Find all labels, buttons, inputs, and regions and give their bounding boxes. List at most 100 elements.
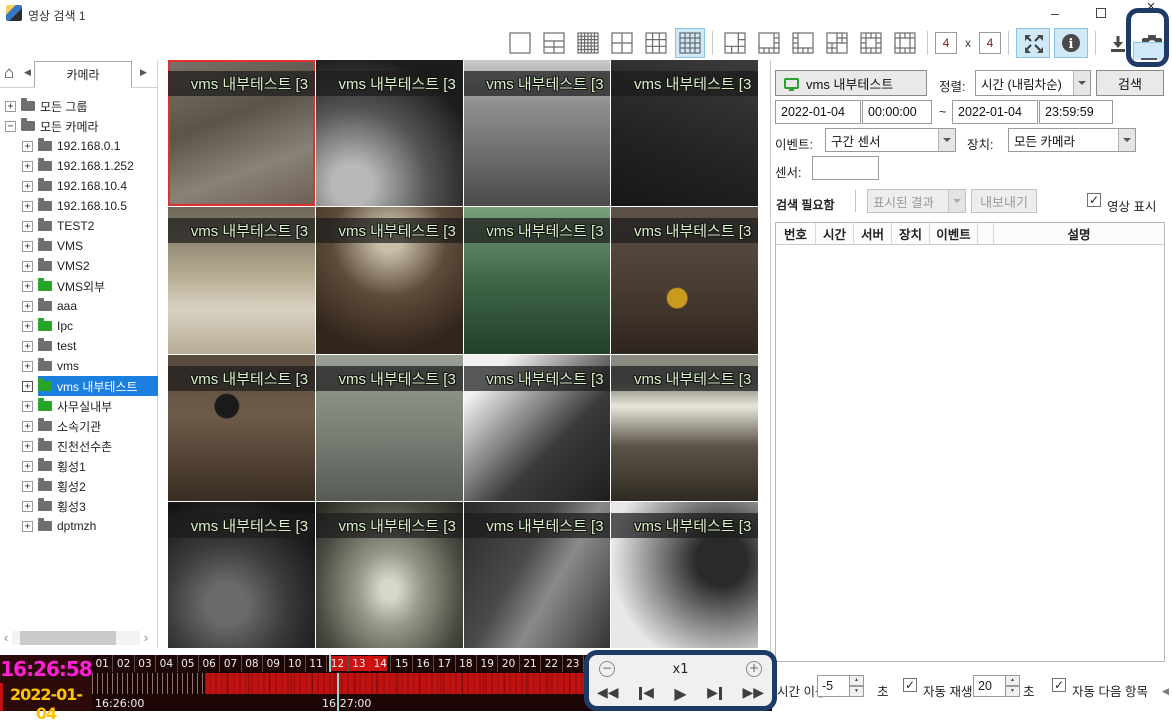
- scale-playhead[interactable]: [329, 655, 331, 672]
- chevron-down-icon[interactable]: [938, 129, 955, 151]
- tree-item[interactable]: − 모든 카메라: [0, 116, 158, 136]
- spin-down-icon[interactable]: ▼: [850, 686, 864, 697]
- tree-expander-icon[interactable]: +: [22, 401, 33, 412]
- hour-cell[interactable]: 15: [391, 655, 412, 672]
- fast-forward-button[interactable]: ▶▶: [742, 685, 764, 701]
- hour-cell[interactable]: 01: [92, 655, 113, 672]
- results-column-header[interactable]: 설명: [994, 223, 1164, 245]
- tree-expander-icon[interactable]: +: [22, 361, 33, 372]
- scrollbar-track[interactable]: [12, 631, 140, 645]
- video-tile[interactable]: vms 내부테스트 [3: [611, 60, 758, 206]
- auto-play-checkbox[interactable]: ✓: [903, 678, 917, 692]
- tree-item[interactable]: + 192.168.10.4: [0, 176, 158, 196]
- hour-cell[interactable]: 19: [477, 655, 498, 672]
- video-tile[interactable]: vms 내부테스트 [3: [611, 355, 758, 501]
- tree-expander-icon[interactable]: +: [22, 441, 33, 452]
- selected-device-button[interactable]: vms 내부테스트: [775, 70, 927, 96]
- results-column-header[interactable]: 장치: [892, 223, 930, 245]
- layout-4x4-button[interactable]: [675, 28, 705, 58]
- tree-item[interactable]: + vms 내부테스트: [0, 376, 158, 396]
- tree-expander-icon[interactable]: +: [22, 181, 33, 192]
- hour-cell[interactable]: 09: [263, 655, 284, 672]
- layout-2x2-button[interactable]: [607, 28, 637, 58]
- hour-scale[interactable]: 0102030405060708091011121314151617181920…: [92, 655, 606, 672]
- hour-cell[interactable]: 06: [199, 655, 220, 672]
- hour-cell[interactable]: 11: [306, 655, 327, 672]
- time-move-spinner[interactable]: -5 ▲▼: [817, 675, 864, 697]
- maximize-button[interactable]: [1086, 4, 1116, 24]
- time-move-value[interactable]: -5: [817, 675, 850, 697]
- tree-expander-icon[interactable]: +: [22, 501, 33, 512]
- video-tile[interactable]: vms 내부테스트 [3: [168, 355, 315, 501]
- tree-expander-icon[interactable]: +: [22, 421, 33, 432]
- timeline-zoom-out-button[interactable]: −: [599, 661, 615, 677]
- chevron-down-icon[interactable]: [1118, 129, 1135, 151]
- camera-dropdown[interactable]: 모든 카메라: [1008, 128, 1136, 152]
- tree-expander-icon[interactable]: +: [22, 521, 33, 532]
- video-tile[interactable]: vms 내부테스트 [3: [168, 207, 315, 353]
- grid-rows-input[interactable]: 4: [979, 32, 1001, 54]
- hour-cell[interactable]: 16: [413, 655, 434, 672]
- hour-cell[interactable]: 10: [285, 655, 306, 672]
- rewind-button[interactable]: ◀◀: [597, 685, 619, 701]
- previous-frame-button[interactable]: ◀: [639, 685, 654, 701]
- tree-item[interactable]: + 모든 그룹: [0, 96, 158, 116]
- spin-up-icon[interactable]: ▲: [1006, 675, 1020, 686]
- auto-next-checkbox[interactable]: ✓: [1052, 678, 1066, 692]
- layout-2-plus-8-button[interactable]: [822, 28, 852, 58]
- results-column-header[interactable]: 서버: [854, 223, 892, 245]
- tree-expander-icon[interactable]: +: [22, 161, 33, 172]
- tab-scroll-left-icon[interactable]: ◀: [24, 67, 31, 78]
- tree-expander-icon[interactable]: +: [22, 261, 33, 272]
- tab-camera[interactable]: 카메라: [34, 61, 132, 88]
- scrollbar-thumb[interactable]: [20, 631, 116, 645]
- auto-play-spinner[interactable]: 20 ▲▼: [973, 675, 1020, 697]
- hour-cell[interactable]: 21: [520, 655, 541, 672]
- results-column-header[interactable]: [978, 223, 994, 245]
- video-tile[interactable]: vms 내부테스트 [3: [316, 502, 463, 648]
- sensor-input[interactable]: [812, 156, 879, 180]
- video-tile[interactable]: vms 내부테스트 [3: [611, 502, 758, 648]
- tree-expander-icon[interactable]: +: [22, 281, 33, 292]
- result-scope-dropdown[interactable]: 표시된 결과: [867, 189, 966, 213]
- hour-cell[interactable]: 18: [456, 655, 477, 672]
- tree-item[interactable]: + Ipc: [0, 316, 158, 336]
- tree-expander-icon[interactable]: −: [5, 121, 16, 132]
- hour-cell[interactable]: 03: [135, 655, 156, 672]
- video-tile[interactable]: vms 내부테스트 [3: [464, 502, 611, 648]
- playhead[interactable]: [337, 673, 339, 711]
- tree-expander-icon[interactable]: +: [22, 481, 33, 492]
- layout-1-plus-2-button[interactable]: [539, 28, 569, 58]
- video-tile[interactable]: vms 내부테스트 [3: [464, 60, 611, 206]
- fullscreen-button[interactable]: [1016, 28, 1050, 58]
- spin-up-icon[interactable]: ▲: [850, 675, 864, 686]
- tree-item[interactable]: + VMS2: [0, 256, 158, 276]
- show-video-checkbox[interactable]: ✓: [1087, 193, 1101, 207]
- tree-item[interactable]: + 횡성1: [0, 456, 158, 476]
- hour-cell[interactable]: 08: [242, 655, 263, 672]
- tree-horizontal-scrollbar[interactable]: ‹ ›: [0, 630, 152, 646]
- hour-cell[interactable]: 13: [349, 655, 370, 672]
- tree-item[interactable]: + TEST2: [0, 216, 158, 236]
- collapse-panel-icon[interactable]: ◀: [1162, 686, 1169, 697]
- date-to-input[interactable]: 2022-01-04: [952, 100, 1038, 124]
- tree-item[interactable]: + 소속기관: [0, 416, 158, 436]
- video-tile[interactable]: vms 내부테스트 [3: [168, 502, 315, 648]
- timeline-zoom-in-button[interactable]: +: [746, 661, 762, 677]
- results-column-header[interactable]: 이벤트: [930, 223, 978, 245]
- grid-cols-input[interactable]: 4: [935, 32, 957, 54]
- tree-item[interactable]: + vms: [0, 356, 158, 376]
- scroll-left-icon[interactable]: ‹: [0, 630, 12, 646]
- hour-cell[interactable]: 07: [220, 655, 241, 672]
- tree-item[interactable]: + VMS외부: [0, 276, 158, 296]
- layout-ring-8-button[interactable]: [890, 28, 920, 58]
- tree-item[interactable]: + 횡성3: [0, 496, 158, 516]
- hour-cell[interactable]: 05: [178, 655, 199, 672]
- layout-3x3-button[interactable]: [641, 28, 671, 58]
- time-from-input[interactable]: 00:00:00: [862, 100, 932, 124]
- hour-cell[interactable]: 23: [563, 655, 584, 672]
- tree-expander-icon[interactable]: +: [22, 141, 33, 152]
- tree-expander-icon[interactable]: +: [22, 461, 33, 472]
- video-tile[interactable]: vms 내부테스트 [3: [611, 207, 758, 353]
- tree-item[interactable]: + 192.168.1.252: [0, 156, 158, 176]
